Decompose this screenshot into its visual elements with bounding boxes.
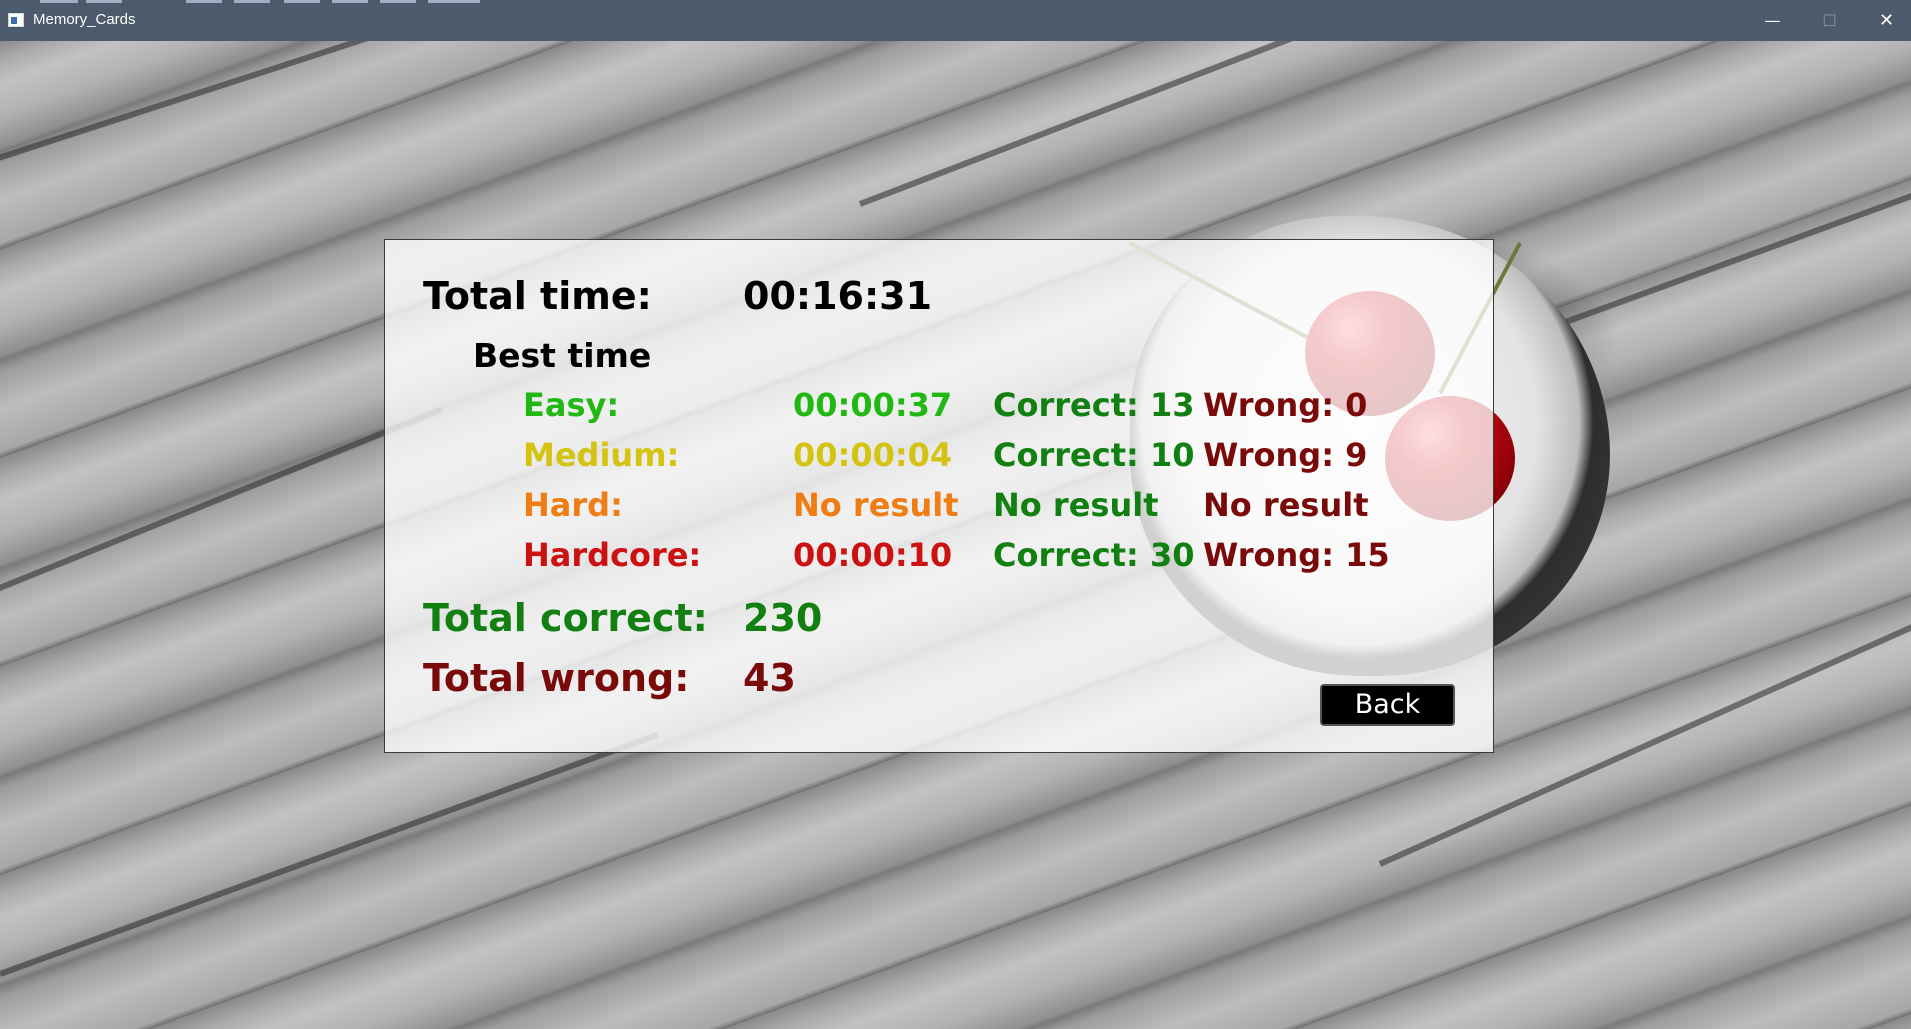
close-button[interactable]: ✕ [1858, 0, 1911, 41]
plank-seam [1558, 177, 1911, 327]
hard-correct: No result [993, 486, 1159, 524]
hard-best-time: No result [793, 486, 959, 524]
plank-seam [0, 731, 659, 977]
medium-correct: Correct: 10 [993, 436, 1195, 474]
hardcore-label: Hardcore: [523, 536, 702, 574]
total-correct-value: 230 [743, 596, 823, 640]
app-window: Memory_Cards — ☐ ✕ Total time: 00:16:31 … [0, 0, 1911, 1029]
hardcore-correct: Correct: 30 [993, 536, 1195, 574]
easy-correct: Correct: 13 [993, 386, 1195, 424]
maximize-button[interactable]: ☐ [1801, 0, 1858, 41]
hardcore-wrong: Wrong: 15 [1203, 536, 1390, 574]
plank-seam [0, 41, 666, 167]
title-bar[interactable]: Memory_Cards — ☐ ✕ [0, 0, 1911, 41]
total-time-label: Total time: [423, 274, 652, 318]
taskbar-strip [40, 0, 480, 3]
easy-label: Easy: [523, 386, 620, 424]
back-button[interactable]: Back [1320, 684, 1455, 726]
hard-label: Hard: [523, 486, 623, 524]
easy-wrong: Wrong: 0 [1203, 386, 1368, 424]
hardcore-best-time: 00:00:10 [793, 536, 953, 574]
hard-wrong: No result [1203, 486, 1369, 524]
medium-wrong: Wrong: 9 [1203, 436, 1368, 474]
window-title: Memory_Cards [33, 11, 136, 28]
best-time-heading: Best time [473, 336, 652, 375]
plank-seam [0, 406, 444, 607]
medium-label: Medium: [523, 436, 680, 474]
medium-best-time: 00:00:04 [793, 436, 953, 474]
easy-best-time: 00:00:37 [793, 386, 953, 424]
minimize-button[interactable]: — [1744, 0, 1801, 41]
total-wrong-label: Total wrong: [423, 656, 690, 700]
total-correct-label: Total correct: [423, 596, 708, 640]
app-icon [8, 13, 24, 27]
plank-seam [858, 41, 1384, 207]
total-wrong-value: 43 [743, 656, 796, 700]
total-time-value: 00:16:31 [743, 274, 933, 318]
